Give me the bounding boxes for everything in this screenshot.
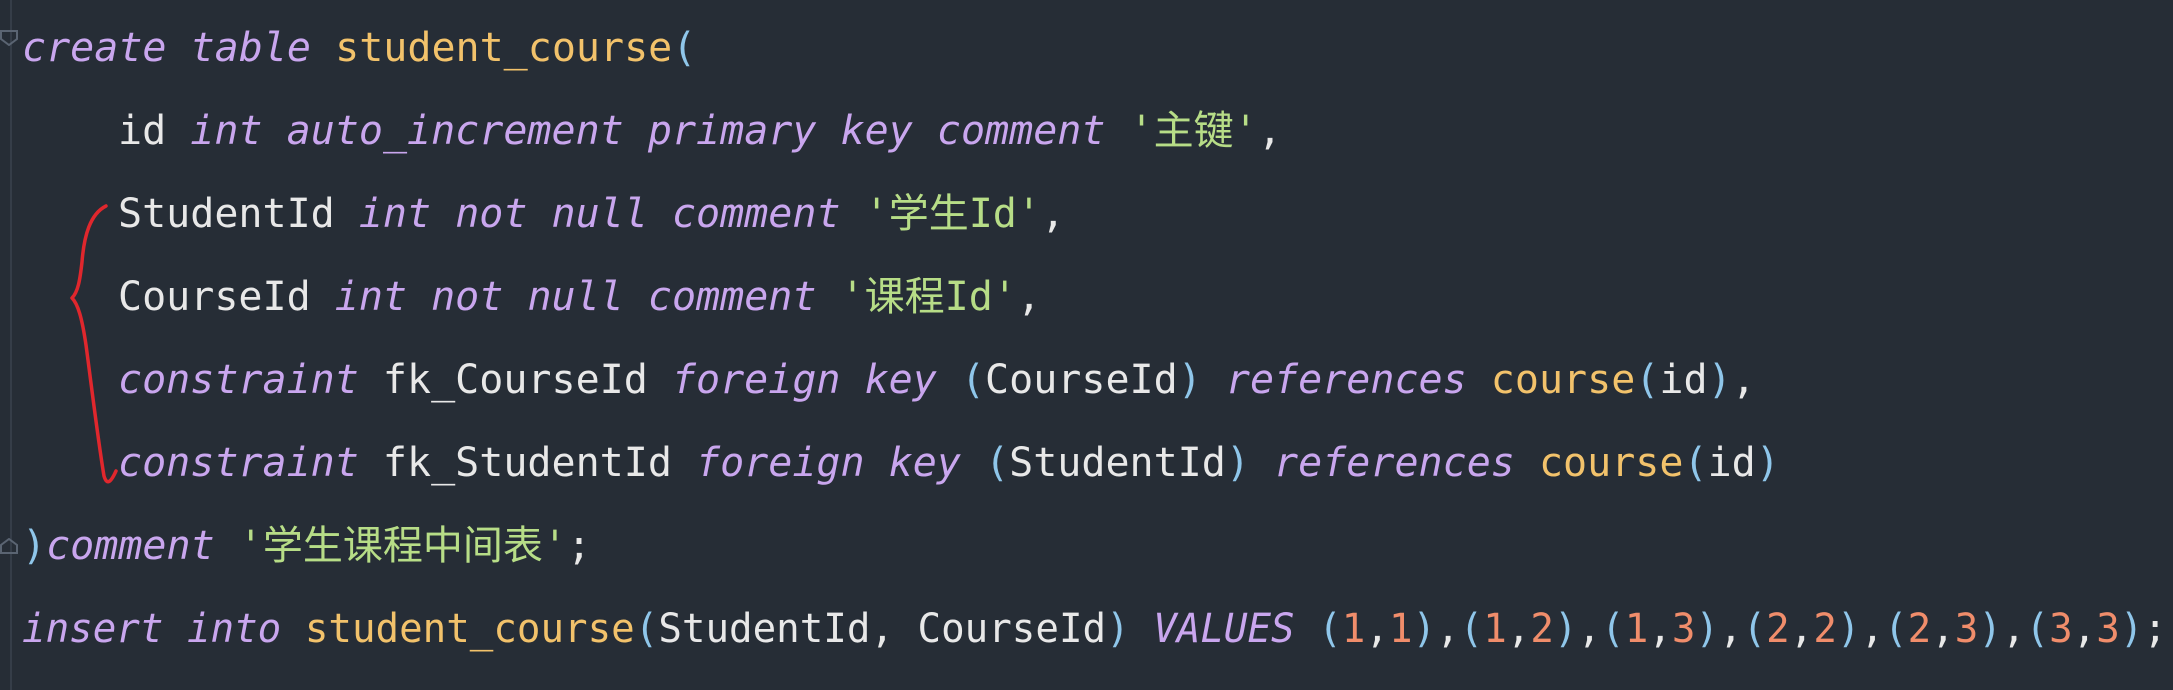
- code-editor[interactable]: create table student_course( id int auto…: [0, 0, 2173, 690]
- annotation-brace: [70, 204, 118, 484]
